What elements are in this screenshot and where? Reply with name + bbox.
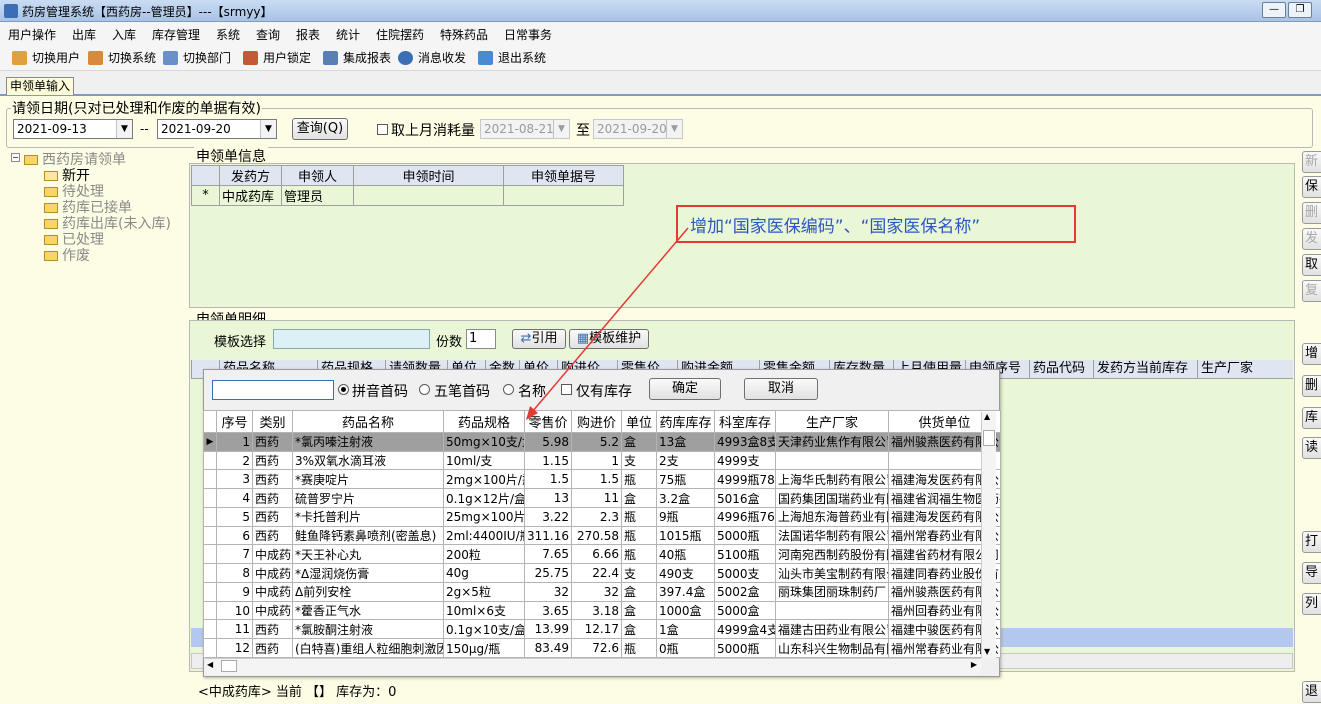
annotation-arrow [526, 227, 689, 420]
arrow-line [531, 227, 689, 413]
